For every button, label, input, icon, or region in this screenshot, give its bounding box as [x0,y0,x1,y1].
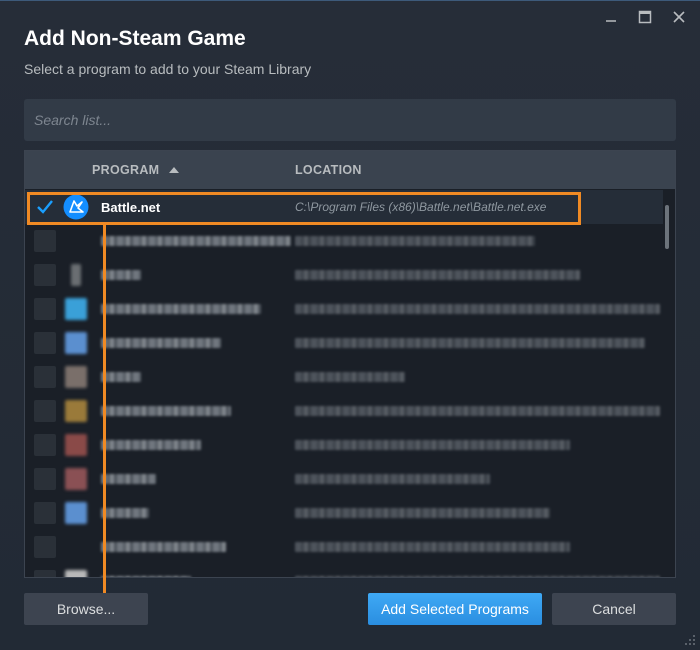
blurred-program-location [295,440,570,450]
program-name: Battle.net [101,200,161,215]
blurred-program-location [295,576,660,577]
maximize-icon [638,10,652,24]
row-checkbox[interactable] [34,468,56,490]
blurred-program-name [101,304,261,314]
blurred-app-icon [71,264,81,286]
list-item[interactable] [25,462,663,496]
list-item[interactable] [25,496,663,530]
minimize-icon [606,20,616,22]
list-scrollbar[interactable] [665,205,669,249]
row-checkbox[interactable] [34,366,56,388]
list-item[interactable] [25,428,663,462]
blurred-program-location [295,304,660,314]
list-header: PROGRAM LOCATION [25,151,675,189]
column-header-program[interactable]: PROGRAM [92,163,180,177]
list-item[interactable] [25,564,663,577]
blurred-program-name [101,576,191,577]
dialog-subtitle: Select a program to add to your Steam Li… [24,61,312,77]
blurred-app-icon [65,434,87,456]
blurred-program-name [101,236,291,246]
row-checkbox[interactable] [34,230,56,252]
row-checkbox[interactable] [34,298,56,320]
close-button[interactable] [666,7,692,27]
blurred-program-name [101,270,141,280]
blurred-app-icon [65,298,87,320]
program-list: PROGRAM LOCATION Battle.net C:\Program F… [24,150,676,578]
blurred-app-icon [65,468,87,490]
list-item[interactable] [25,530,663,564]
row-checkbox[interactable] [34,434,56,456]
blurred-program-name [101,440,201,450]
row-checkbox[interactable] [34,502,56,524]
list-item[interactable] [25,258,663,292]
blurred-app-icon [65,570,87,577]
list-item[interactable] [25,360,663,394]
add-selected-programs-button[interactable]: Add Selected Programs [368,593,542,625]
list-item[interactable] [25,292,663,326]
blurred-program-location [295,338,645,348]
close-icon [673,11,685,23]
resize-grip-icon[interactable] [684,634,696,646]
list-item[interactable] [25,224,663,258]
list-item-battlenet[interactable]: Battle.net C:\Program Files (x86)\Battle… [25,190,663,224]
blurred-program-name [101,338,221,348]
blurred-app-icon [65,400,87,422]
sort-ascending-icon [169,167,180,173]
column-header-program-label: PROGRAM [92,163,160,177]
blurred-program-location [295,508,550,518]
add-non-steam-game-dialog: Add Non-Steam Game Select a program to a… [0,0,700,650]
blurred-program-name [101,474,156,484]
browse-button[interactable]: Browse... [24,593,148,625]
list-item[interactable] [25,394,663,428]
blurred-app-icon [65,332,87,354]
blurred-program-location [295,406,660,416]
blurred-program-location [295,542,570,552]
blurred-app-icon [65,366,87,388]
blurred-program-name [101,406,231,416]
maximize-button[interactable] [632,7,658,27]
program-location: C:\Program Files (x86)\Battle.net\Battle… [295,200,547,214]
window-controls [598,7,692,27]
blurred-program-location [295,270,580,280]
row-checkbox-checked[interactable] [34,196,56,218]
row-checkbox[interactable] [34,536,56,558]
blurred-program-location [295,236,535,246]
blurred-program-location [295,372,405,382]
dialog-title: Add Non-Steam Game [24,27,246,50]
list-item[interactable] [25,326,663,360]
blurred-program-name [101,508,149,518]
column-header-location[interactable]: LOCATION [295,163,362,177]
blurred-program-name [101,542,226,552]
list-rows: Battle.net C:\Program Files (x86)\Battle… [25,190,663,577]
row-checkbox[interactable] [34,332,56,354]
cancel-button[interactable]: Cancel [552,593,676,625]
minimize-button[interactable] [598,7,624,27]
row-checkbox[interactable] [34,400,56,422]
blurred-program-name [101,372,141,382]
blurred-program-location [295,474,490,484]
checkmark-icon [37,200,53,214]
battlenet-icon [63,194,89,220]
search-input[interactable] [24,99,676,141]
row-checkbox[interactable] [34,264,56,286]
blurred-app-icon [65,502,87,524]
row-checkbox[interactable] [34,570,56,577]
